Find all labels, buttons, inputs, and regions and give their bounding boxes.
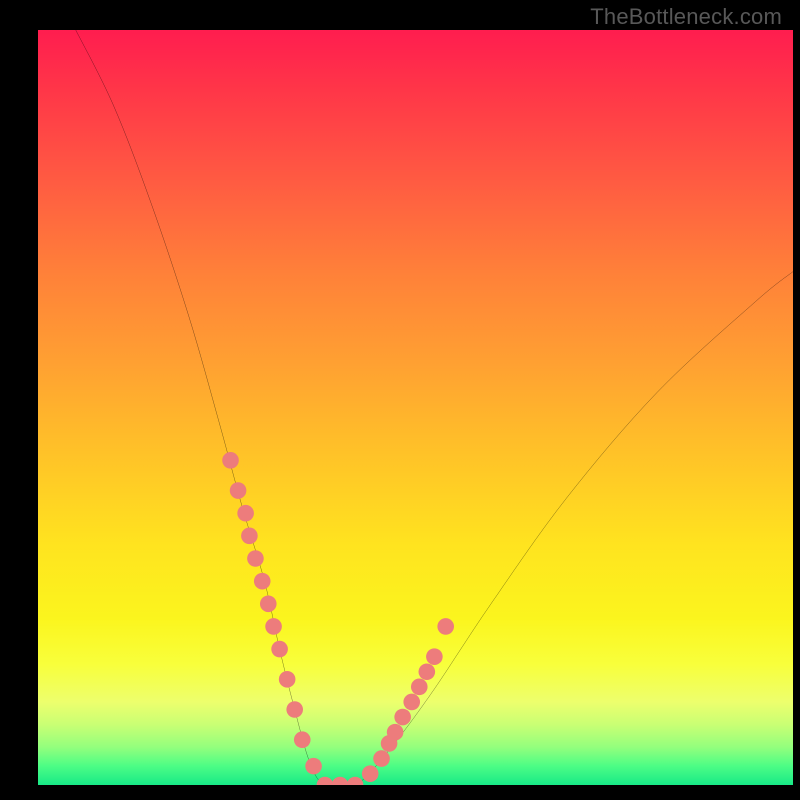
curve-marker xyxy=(265,618,282,635)
curve-marker xyxy=(279,671,296,688)
curve-marker xyxy=(362,765,379,782)
watermark-text: TheBottleneck.com xyxy=(590,4,782,30)
curve-marker xyxy=(373,750,390,767)
curve-layer xyxy=(38,30,793,785)
curve-marker xyxy=(222,452,239,469)
marker-group xyxy=(222,452,454,785)
chart-container: TheBottleneck.com xyxy=(0,0,800,800)
curve-marker xyxy=(305,758,322,775)
curve-marker xyxy=(419,663,436,680)
curve-marker xyxy=(387,724,404,741)
curve-marker xyxy=(247,550,264,567)
curve-marker xyxy=(230,482,247,499)
curve-marker xyxy=(254,573,271,590)
curve-marker xyxy=(332,777,349,785)
plot-area xyxy=(38,30,793,785)
curve-marker xyxy=(271,641,288,658)
curve-marker xyxy=(347,777,364,785)
curve-marker xyxy=(411,679,428,696)
curve-marker xyxy=(437,618,454,635)
curve-marker xyxy=(317,777,334,785)
curve-marker xyxy=(394,709,411,726)
curve-marker xyxy=(286,701,303,718)
curve-marker xyxy=(237,505,254,522)
curve-marker xyxy=(241,528,258,545)
curve-marker xyxy=(403,694,420,711)
curve-marker xyxy=(260,595,277,612)
curve-marker xyxy=(294,731,311,748)
curve-marker xyxy=(426,648,443,665)
